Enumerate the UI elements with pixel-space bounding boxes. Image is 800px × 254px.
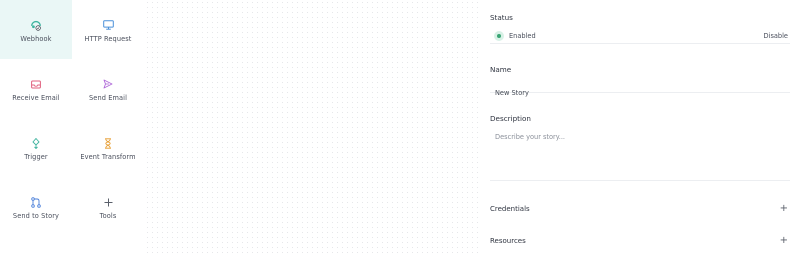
palette-item-webhook[interactable]: Webhook — [0, 0, 72, 59]
palette-item-receive-email[interactable]: Receive Email — [0, 59, 72, 118]
resources-label: Resources — [490, 237, 526, 245]
monitor-icon — [102, 19, 114, 31]
palette-item-send-to-story[interactable]: Send to Story — [0, 177, 72, 236]
palette-item-label: HTTP Request — [84, 35, 132, 43]
status-row: Enabled Disable — [490, 28, 790, 44]
palette-item-label: Event Transform — [80, 153, 136, 161]
branch-icon — [30, 196, 42, 208]
palette-item-label: Send to Story — [12, 212, 60, 220]
action-palette: Webhook HTTP Request Receive Email Send … — [0, 0, 145, 254]
palette-item-label: Receive Email — [12, 94, 60, 102]
story-canvas[interactable] — [145, 0, 480, 254]
palette-item-tools[interactable]: Tools — [72, 177, 144, 236]
palette-item-trigger[interactable]: Trigger — [0, 118, 72, 177]
name-label: Name — [490, 65, 512, 74]
plus-icon — [102, 196, 114, 208]
webhook-icon — [30, 19, 42, 31]
trigger-icon — [30, 137, 42, 149]
status-label: Status — [490, 13, 513, 22]
resources-section[interactable]: Resources + — [490, 234, 790, 248]
palette-item-label: Tools — [99, 212, 117, 220]
palette-item-send-email[interactable]: Send Email — [72, 59, 144, 118]
hourglass-icon — [102, 137, 114, 149]
send-icon — [102, 78, 114, 90]
description-label: Description — [490, 114, 531, 123]
palette-item-label: Send Email — [89, 94, 127, 102]
palette-item-label: Trigger — [24, 153, 48, 161]
name-field[interactable]: New Story — [490, 80, 790, 97]
status-value: Enabled — [509, 31, 536, 40]
palette-item-label: Webhook — [20, 35, 52, 43]
name-value: New Story — [495, 89, 529, 97]
plus-icon[interactable]: + — [780, 236, 788, 246]
status-enabled-icon — [494, 30, 504, 41]
description-field[interactable]: Describe your story... — [490, 129, 790, 181]
inbox-icon — [30, 78, 42, 90]
description-placeholder: Describe your story... — [495, 133, 566, 141]
plus-icon[interactable]: + — [780, 204, 788, 214]
palette-item-event-transform[interactable]: Event Transform — [72, 118, 144, 177]
disable-button[interactable]: Disable — [764, 32, 788, 40]
credentials-label: Credentials — [490, 205, 530, 213]
credentials-section[interactable]: Credentials + — [490, 202, 790, 216]
palette-item-http-request[interactable]: HTTP Request — [72, 0, 144, 59]
